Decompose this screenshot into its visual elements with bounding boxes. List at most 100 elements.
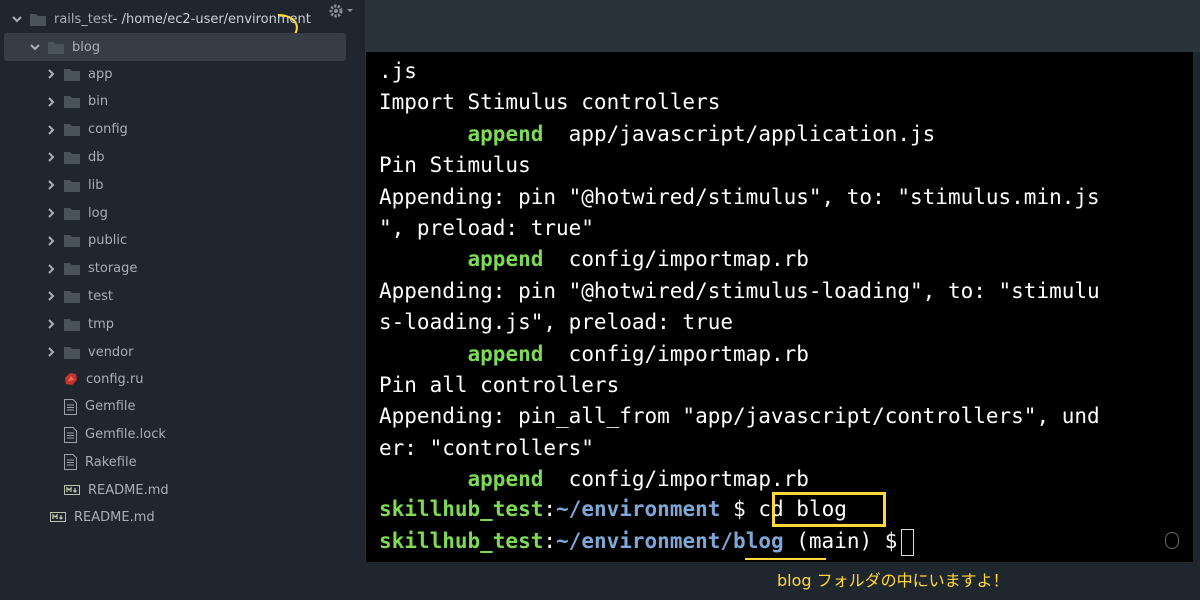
- root-folder-name: rails_test: [54, 11, 113, 27]
- terminal[interactable]: .js Import Stimulus controllers append ap…: [365, 52, 1193, 562]
- tree-item-log[interactable]: log: [46, 199, 108, 227]
- tree-file-item[interactable]: README.md: [64, 476, 169, 504]
- folder-icon: [64, 179, 80, 192]
- command-highlight-box: [772, 492, 886, 527]
- tree-item-vendor[interactable]: vendor: [46, 338, 133, 366]
- project-folder-name: blog: [72, 39, 101, 55]
- chevron-right-icon[interactable]: [46, 152, 56, 163]
- prompt-symbol: $: [884, 529, 898, 553]
- terminal-keyword: append: [467, 341, 544, 366]
- chevron-down-icon[interactable]: [12, 14, 22, 24]
- tree-file-item[interactable]: config.ru: [64, 365, 144, 393]
- tree-item-public[interactable]: public: [46, 227, 127, 255]
- tree-item-label: README.md: [88, 482, 169, 498]
- annotation-text: blog フォルダの中にいますよ！: [777, 571, 1009, 590]
- terminal-line: append config/importmap.rb: [379, 244, 809, 275]
- tree-item-tmp[interactable]: tmp: [46, 310, 114, 338]
- terminal-line: Import Stimulus controllers: [379, 87, 720, 118]
- folder-icon: [64, 290, 80, 303]
- prompt-path-current: blog: [733, 529, 784, 553]
- tree-item-lib[interactable]: lib: [46, 171, 103, 199]
- terminal-text: .js: [379, 59, 417, 83]
- markdown-icon: [50, 512, 66, 522]
- folder-icon: [64, 318, 80, 331]
- folder-icon: [64, 123, 80, 137]
- tree-item-blog[interactable]: blog: [4, 33, 346, 61]
- folder-icon: [64, 234, 80, 248]
- tree-file-item[interactable]: README.md: [50, 503, 155, 531]
- tree-item-label: test: [88, 288, 113, 304]
- tree-item-label: bin: [88, 94, 109, 110]
- prompt-line[interactable]: skillhub_test:~/environment/blog (main) …: [379, 526, 915, 557]
- tree-item-app[interactable]: app: [46, 60, 112, 88]
- tree-item-label: public: [88, 233, 128, 249]
- file-icon: [64, 426, 77, 443]
- terminal-text: Import Stimulus controllers: [379, 90, 721, 115]
- prompt-symbol: $: [733, 497, 746, 521]
- chevron-right-icon[interactable]: [46, 69, 56, 79]
- terminal-text: Pin Stimulus: [379, 153, 531, 178]
- terminal-line: er: "controllers": [379, 433, 594, 464]
- prompt-host: skillhub_test: [379, 497, 544, 521]
- folder-icon: [48, 41, 64, 54]
- terminal-line: append config/importmap.rb: [379, 339, 809, 370]
- tree-item-bin[interactable]: bin: [46, 88, 108, 116]
- terminal-text: Appending: pin_all_from "app/javascript/…: [379, 404, 1100, 429]
- terminal-text: config/importmap.rb: [568, 247, 809, 272]
- tree-item-storage[interactable]: storage: [46, 255, 137, 283]
- terminal-line: Pin all controllers: [379, 370, 619, 401]
- file-icon: [64, 398, 77, 415]
- chevron-right-icon[interactable]: [46, 236, 56, 246]
- chevron-right-icon[interactable]: [46, 124, 56, 135]
- chevron-right-icon[interactable]: [46, 319, 56, 329]
- tree-item-config[interactable]: config: [46, 116, 128, 144]
- terminal-line: append config/importmap.rb: [379, 464, 809, 495]
- chevron-right-icon[interactable]: [46, 208, 56, 218]
- terminal-keyword: append: [467, 247, 544, 272]
- tree-file-item[interactable]: Gemfile: [64, 393, 136, 421]
- prompt-host: skillhub_test: [379, 529, 544, 553]
- tree-item-label: lib: [88, 177, 104, 193]
- tree-file-item[interactable]: Gemfile.lock: [64, 421, 166, 449]
- tree-item-test[interactable]: test: [46, 282, 113, 310]
- prompt-path: ~/environment/: [556, 529, 734, 553]
- folder-icon: [64, 95, 80, 109]
- terminal-keyword: append: [467, 467, 544, 492]
- folder-icon: [64, 207, 80, 220]
- terminal-line: s-loading.js", preload: true: [379, 307, 733, 338]
- tree-item-label: README.md: [74, 509, 155, 525]
- folder-icon: [64, 151, 80, 164]
- terminal-text: config/importmap.rb: [568, 467, 809, 492]
- terminal-line: ", preload: true": [379, 213, 594, 244]
- tree-item-label: config: [88, 122, 128, 138]
- git-branch: (main): [783, 529, 873, 553]
- chevron-right-icon[interactable]: [46, 291, 56, 302]
- tree-item-label: Rakefile: [85, 454, 137, 470]
- gear-icon[interactable]: [328, 3, 358, 19]
- tree-item-label: Gemfile.lock: [85, 427, 166, 443]
- tree-item-label: tmp: [88, 316, 115, 332]
- tree-item-label: vendor: [88, 344, 134, 360]
- tree-item-label: config.ru: [86, 371, 144, 387]
- chevron-right-icon[interactable]: [46, 97, 56, 107]
- terminal-text: ", preload: true": [379, 216, 594, 240]
- prompt-path: ~/environment: [556, 497, 721, 521]
- terminal-line: Appending: pin "@hotwired/stimulus-loadi…: [379, 276, 1100, 307]
- terminal-line: Appending: pin_all_from "app/javascript/…: [379, 401, 1100, 432]
- chevron-right-icon[interactable]: [46, 180, 56, 190]
- file-tree: rails_test - /home/ec2-user/environment …: [0, 0, 365, 600]
- terminal-line: append app/javascript/application.js: [379, 119, 936, 150]
- tree-item-db[interactable]: db: [46, 143, 105, 171]
- chevron-right-icon[interactable]: [46, 347, 56, 357]
- tree-item-label: db: [88, 149, 105, 165]
- folder-icon: [64, 346, 80, 359]
- tree-file-item[interactable]: Rakefile: [64, 448, 137, 476]
- ruby-icon: [64, 372, 78, 386]
- terminal-text: er: "controllers": [379, 435, 594, 460]
- scrollbar-thumb[interactable]: [1165, 532, 1179, 549]
- terminal-text: config/importmap.rb: [568, 341, 809, 366]
- chevron-down-icon[interactable]: [30, 42, 40, 52]
- terminal-text: Pin all controllers: [379, 373, 620, 397]
- chevron-right-icon[interactable]: [46, 263, 56, 274]
- terminal-cursor: [901, 528, 915, 556]
